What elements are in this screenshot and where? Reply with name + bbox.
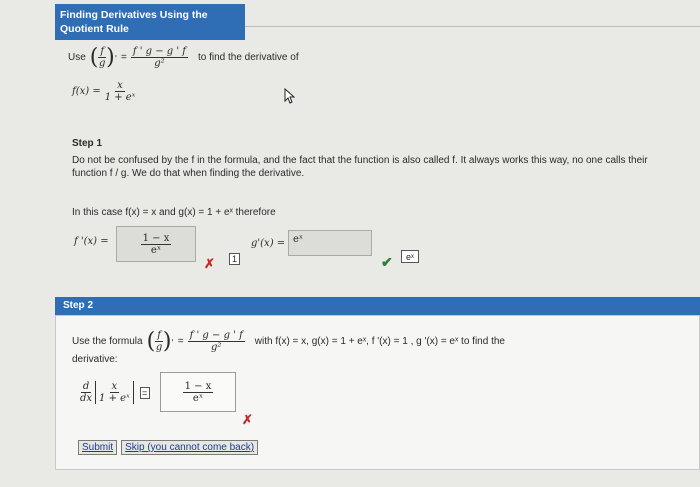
page-title: Finding Derivatives Using the Quotient R… — [55, 4, 245, 40]
bracket-expression: x 1 + eˣ — [95, 381, 134, 404]
derivative-expression: d dx x 1 + eˣ = — [80, 381, 150, 404]
mouse-cursor-icon — [284, 87, 296, 107]
skip-button[interactable]: Skip (you cannot come back) — [121, 440, 259, 455]
fprime-answer-field[interactable]: 1 − x eˣ — [116, 226, 196, 262]
fprime-incorrect-icon: ✗ — [204, 256, 215, 271]
derivative-label: derivative: — [72, 354, 118, 365]
step2-actions: Submit Skip (you cannot come back) — [78, 440, 259, 455]
gprime-label: g'(x) = — [251, 238, 286, 249]
step1-case-text: In this case f(x) = x and g(x) = 1 + eˣ … — [72, 207, 276, 218]
gprime-correct-icon: ✔ — [381, 254, 393, 270]
step2-header: Step 2 — [55, 297, 700, 315]
step1-note: Do not be confused by the f in the formu… — [72, 155, 648, 179]
gprime-feedback-box: eˣ — [401, 250, 419, 263]
quotient-formula: f ' g − g ' f g² — [130, 46, 188, 69]
instruction-text: to find the derivative of — [197, 52, 299, 63]
submit-button[interactable]: Submit — [78, 440, 118, 455]
step2-answer-field[interactable]: 1 − x eˣ — [160, 372, 236, 412]
function-definition: f(x) = x 1 + eˣ — [72, 80, 136, 103]
step2-formula-line: Use the formula ( f g ) ' = f ' g − g ' … — [72, 328, 505, 354]
fprime-label: f '(x) = — [74, 236, 109, 247]
quotient-rule-intro: Use ( f g ) ' = f ' g − g ' f g² to find… — [68, 44, 299, 70]
step2-incorrect-icon: ✗ — [242, 412, 253, 427]
gprime-answer-field[interactable]: eˣ — [288, 230, 372, 256]
title-divider — [245, 26, 700, 27]
use-label: Use — [68, 52, 86, 63]
fprime-feedback-box: 1 — [229, 253, 240, 265]
step1-title: Step 1 — [72, 138, 103, 149]
f-over-g-expression: ( f g ) ' — [89, 44, 117, 70]
